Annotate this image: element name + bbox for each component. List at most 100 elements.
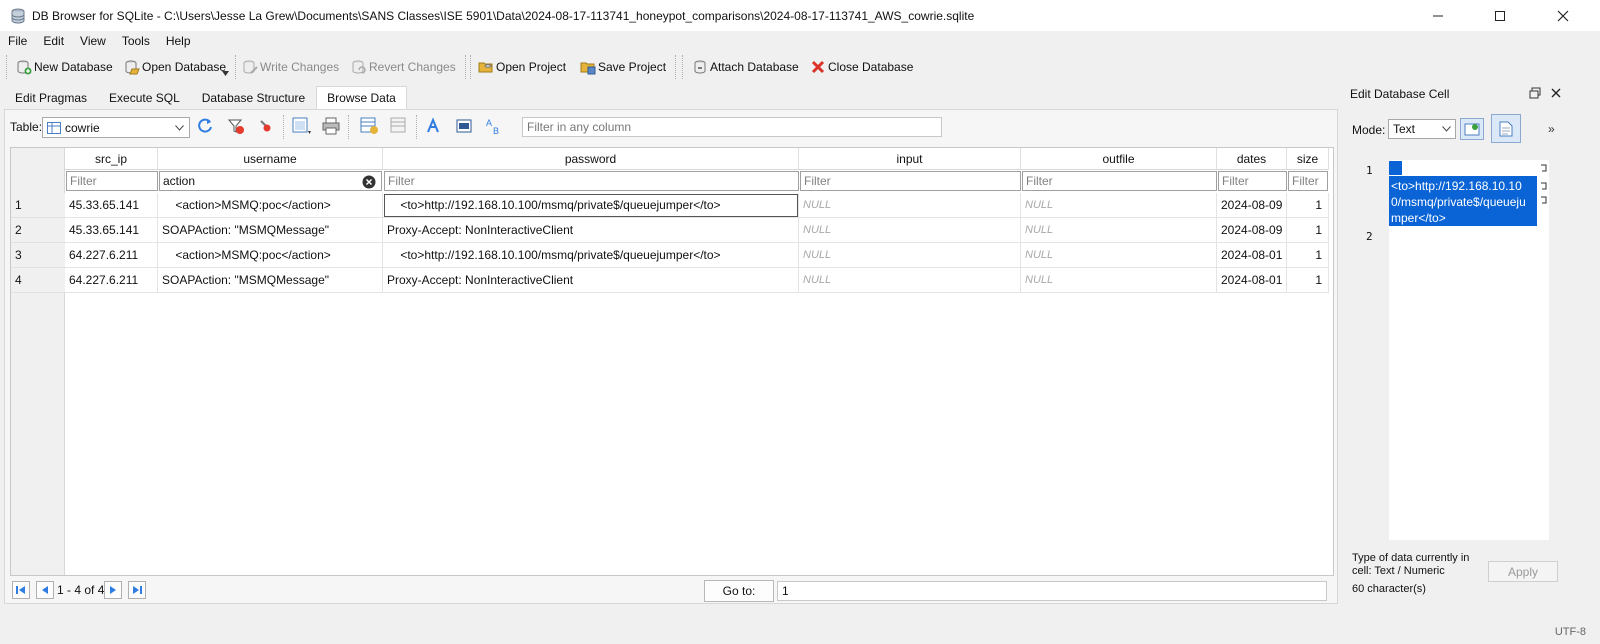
filter-any-column-input[interactable]: Filter in any column (522, 117, 942, 137)
cell-input[interactable]: NULL (799, 193, 1021, 218)
table-select[interactable]: cowrie (42, 117, 190, 138)
open-database-button[interactable]: Open Database (124, 55, 226, 79)
first-page-button[interactable] (12, 581, 30, 599)
cell-input[interactable]: NULL (799, 218, 1021, 243)
column-header-size[interactable]: size (1287, 148, 1329, 170)
cell-password[interactable]: Proxy-Accept: NonInteractiveClient (383, 268, 799, 293)
close-database-button[interactable]: Close Database (810, 55, 913, 79)
cell-src-ip[interactable]: 45.33.65.141 (65, 218, 158, 243)
cell-dates[interactable]: 2024-08-01 (1217, 268, 1287, 293)
cell-dates[interactable]: 2024-08-01 (1217, 243, 1287, 268)
column-header-dates[interactable]: dates (1217, 148, 1287, 170)
clear-sorting-icon[interactable] (258, 118, 274, 134)
cell-size[interactable]: 1 (1287, 218, 1329, 243)
tab-execute-sql[interactable]: Execute SQL (98, 86, 191, 109)
menu-tools[interactable]: Tools (114, 34, 158, 48)
column-header-src-ip[interactable]: src_ip (65, 148, 158, 170)
filter-size[interactable]: Filter (1288, 171, 1328, 191)
more-options-icon[interactable]: » (1548, 122, 1555, 136)
cell-password[interactable]: <to>http://192.168.10.100/msmq/private$/… (383, 193, 799, 218)
mode-select[interactable]: Text (1388, 119, 1456, 139)
attach-database-button[interactable]: Attach Database (692, 55, 799, 79)
find-replace-icon[interactable]: AB (485, 117, 503, 135)
cell-password[interactable]: <to>http://192.168.10.100/msmq/private$/… (383, 243, 799, 268)
word-wrap-toggle[interactable] (1491, 114, 1521, 143)
menu-edit[interactable]: Edit (35, 34, 72, 48)
open-database-icon (125, 60, 140, 75)
table-icon (47, 121, 61, 134)
close-panel-icon[interactable] (1550, 87, 1562, 99)
cell-username[interactable]: SOAPAction: "MSMQMessage" (158, 268, 383, 293)
cell-input[interactable]: NULL (799, 243, 1021, 268)
tab-browse-data[interactable]: Browse Data (316, 86, 407, 109)
cell-size[interactable]: 1 (1287, 243, 1329, 268)
cell-outfile[interactable]: NULL (1021, 268, 1217, 293)
next-page-button[interactable] (104, 581, 122, 599)
menu-help[interactable]: Help (158, 34, 199, 48)
goto-input[interactable]: 1 (777, 581, 1327, 601)
maximize-button[interactable] (1477, 0, 1523, 31)
cell-outfile[interactable]: NULL (1021, 218, 1217, 243)
cell-username[interactable]: <action>MSMQ:poc</action> (158, 243, 383, 268)
filter-src-ip[interactable]: Filter (66, 171, 158, 191)
write-changes-label: Write Changes (260, 60, 340, 74)
row-number[interactable]: 3 (11, 243, 65, 268)
cell-input[interactable]: NULL (799, 268, 1021, 293)
revert-changes-button[interactable]: Revert Changes (351, 55, 456, 79)
column-header-outfile[interactable]: outfile (1021, 148, 1217, 170)
write-changes-button[interactable]: Write Changes (242, 55, 339, 79)
close-window-button[interactable] (1540, 0, 1586, 31)
cell-src-ip[interactable]: 64.227.6.211 (65, 243, 158, 268)
cell-size[interactable]: 1 (1287, 268, 1329, 293)
previous-icon (42, 586, 48, 594)
cell-dates[interactable]: 2024-08-09 (1217, 218, 1287, 243)
filter-password[interactable]: Filter (384, 171, 799, 191)
goto-button[interactable]: Go to: (704, 580, 774, 602)
menu-view[interactable]: View (72, 34, 114, 48)
cell-username[interactable]: <action>MSMQ:poc</action> (158, 193, 383, 218)
clear-filters-icon[interactable] (227, 117, 245, 135)
new-database-button[interactable]: New Database (16, 55, 113, 79)
edit-cell-panel: Edit Database Cell Mode: Text » 1 2 <to>… (1348, 84, 1600, 644)
insert-record-icon[interactable] (360, 117, 380, 135)
text-format-icon[interactable] (425, 117, 443, 135)
print-icon[interactable] (322, 117, 340, 135)
cell-src-ip[interactable]: 45.33.65.141 (65, 193, 158, 218)
column-header-username[interactable]: username (158, 148, 383, 170)
float-panel-icon[interactable] (1529, 87, 1541, 99)
cell-format-icon[interactable] (455, 117, 473, 135)
tab-edit-pragmas[interactable]: Edit Pragmas (4, 86, 98, 109)
delete-record-icon[interactable] (390, 117, 408, 135)
filter-input[interactable]: Filter (800, 171, 1021, 191)
cell-dates[interactable]: 2024-08-09 (1217, 193, 1287, 218)
row-number[interactable]: 1 (11, 193, 65, 218)
cell-size[interactable]: 1 (1287, 193, 1329, 218)
last-page-button[interactable] (128, 581, 146, 599)
filter-username[interactable]: action (159, 171, 382, 191)
column-header-password[interactable]: password (383, 148, 799, 170)
menu-file[interactable]: File (0, 34, 35, 48)
refresh-icon[interactable] (196, 117, 214, 135)
cell-password[interactable]: Proxy-Accept: NonInteractiveClient (383, 218, 799, 243)
save-table-icon[interactable] (292, 117, 312, 135)
row-number[interactable]: 4 (11, 268, 65, 293)
dropdown-arrow-icon[interactable] (222, 71, 229, 76)
filter-outfile[interactable]: Filter (1022, 171, 1217, 191)
cell-username[interactable]: SOAPAction: "MSMQMessage" (158, 218, 383, 243)
row-number[interactable]: 2 (11, 218, 65, 243)
column-header-input[interactable]: input (799, 148, 1021, 170)
cell-editor[interactable]: <to>http://192.168.10.10 0/msmq/private$… (1389, 160, 1549, 540)
auto-format-toggle[interactable] (1460, 118, 1484, 140)
cell-src-ip[interactable]: 64.227.6.211 (65, 268, 158, 293)
main-toolbar: New Database Open Database Write Changes… (0, 51, 1600, 83)
open-project-button[interactable]: Open Project (478, 55, 566, 79)
filter-dates[interactable]: Filter (1218, 171, 1287, 191)
apply-button[interactable]: Apply (1488, 561, 1558, 582)
save-project-button[interactable]: Save Project (580, 55, 666, 79)
clear-filter-icon[interactable] (362, 175, 376, 189)
cell-outfile[interactable]: NULL (1021, 243, 1217, 268)
cell-outfile[interactable]: NULL (1021, 193, 1217, 218)
tab-database-structure[interactable]: Database Structure (191, 86, 316, 109)
previous-page-button[interactable] (36, 581, 54, 599)
minimize-button[interactable] (1415, 0, 1461, 31)
